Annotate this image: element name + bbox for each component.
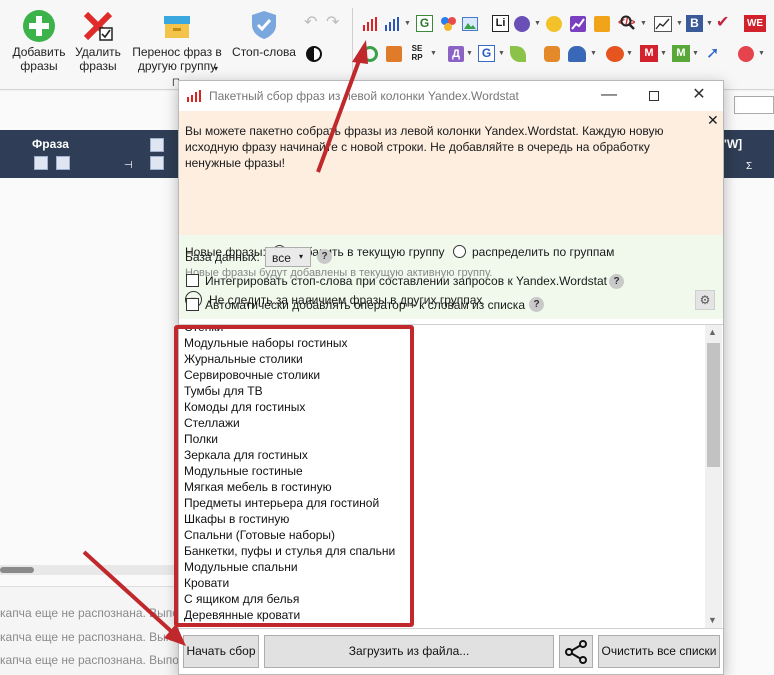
annotation-arrow-bottom bbox=[82, 550, 186, 646]
